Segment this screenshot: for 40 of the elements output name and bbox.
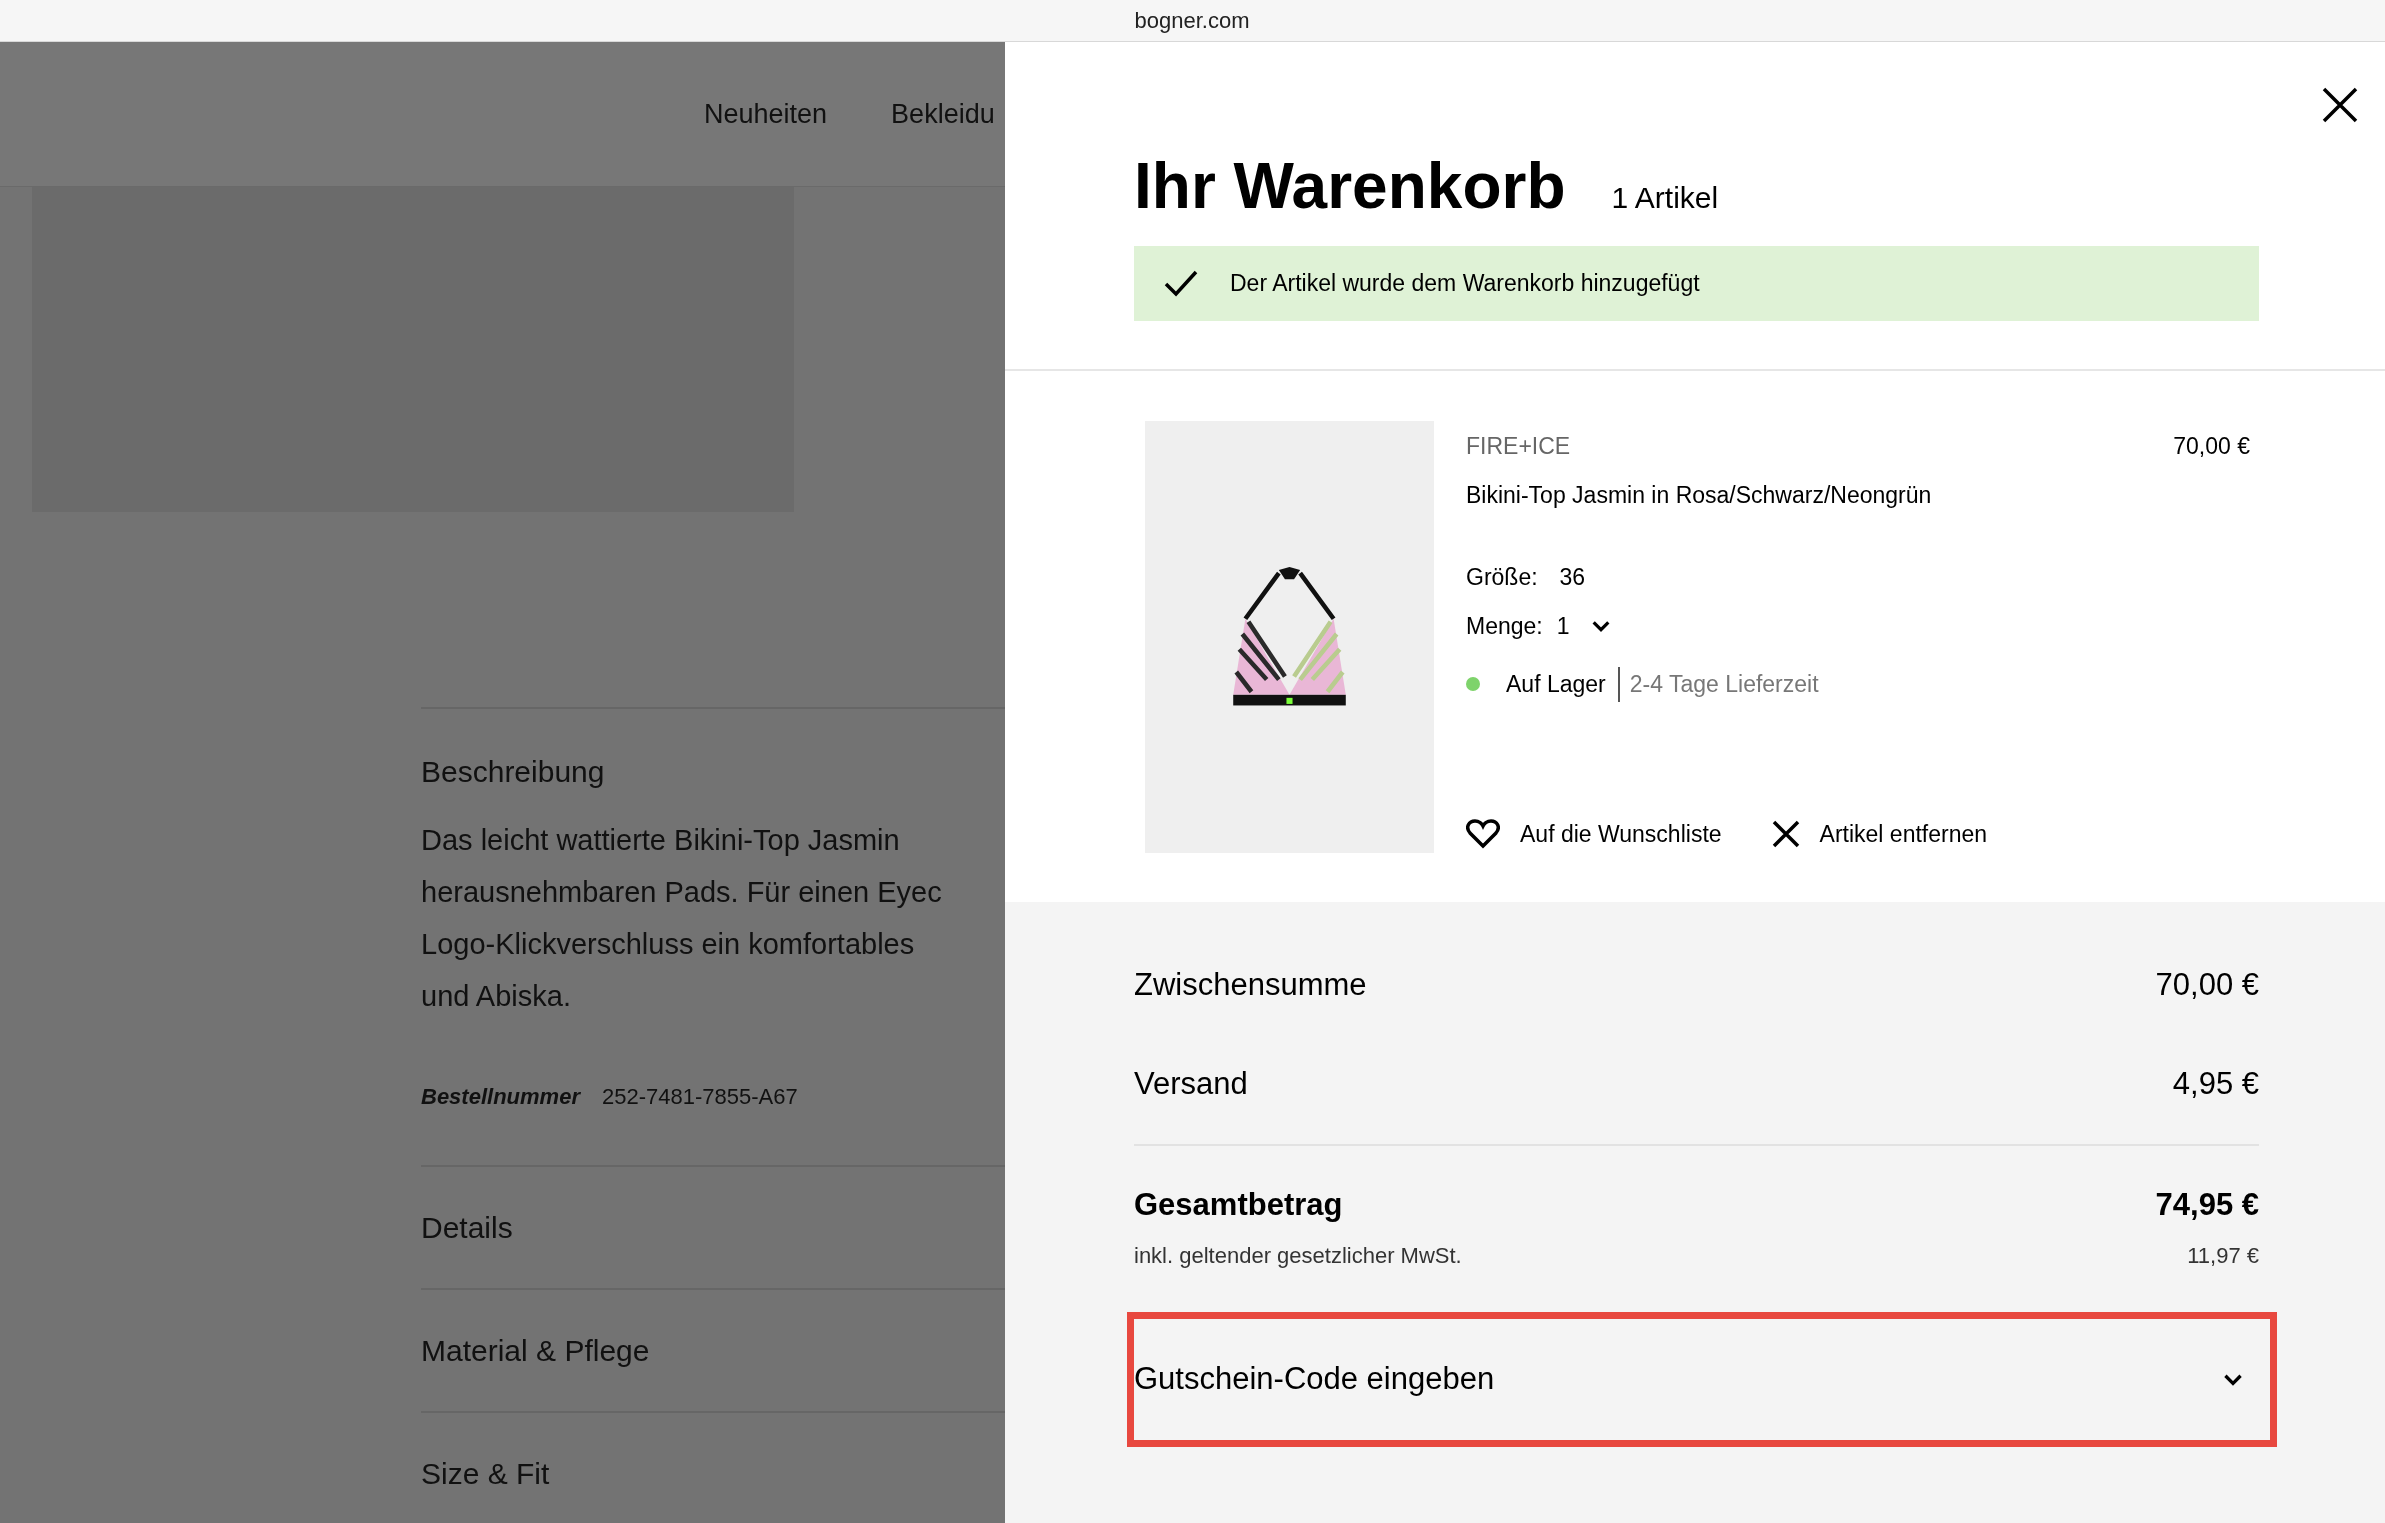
summary-label: Zwischensumme: [1134, 966, 1367, 1005]
brand-name: FIRE+ICE: [1466, 432, 1571, 461]
total-value: 74,95 €: [2155, 1186, 2259, 1224]
size-value: 36: [1559, 563, 1586, 592]
checkmark-icon: [1164, 268, 1198, 299]
stock-status: Auf Lager: [1506, 667, 1620, 702]
quantity-dropdown[interactable]: 1: [1556, 608, 1612, 643]
summary-value: 70,00 €: [2155, 966, 2259, 1005]
order-number: 252-7481-7855-A67: [601, 1083, 798, 1111]
tax-value: 11,97 €: [2187, 1241, 2259, 1270]
tax-note: inkl. geltender gesetzlicher MwSt.: [1134, 1241, 1462, 1270]
remove-item-button[interactable]: Artikel entfernen: [1771, 816, 1988, 851]
accordion-heading[interactable]: Beschreibung: [421, 709, 1005, 814]
quantity-label: Menge:: [1466, 611, 1543, 641]
summary-value: 4,95 €: [2172, 1065, 2259, 1104]
nav-link[interactable]: Bekleidu: [891, 93, 995, 135]
item-count: 1 Artikel: [1611, 180, 1719, 216]
voucher-code-toggle[interactable]: Gutschein-Code eingeben: [1127, 1311, 2277, 1447]
description-line: Das leicht wattierte Bikini-Top Jasmin: [421, 823, 901, 858]
summary-label: Versand: [1134, 1065, 1248, 1104]
product-name[interactable]: Bikini-Top Jasmin in Rosa/Schwarz/Neongrün: [1466, 477, 2250, 512]
item-price: 70,00 €: [2173, 432, 2250, 461]
address-bar-url[interactable]: bogner.com: [1134, 4, 1250, 37]
description-line: und Abiska.: [421, 979, 572, 1014]
close-icon: [1771, 819, 1800, 848]
total-label: Gesamtbetrag: [1134, 1186, 1343, 1224]
close-button[interactable]: [2321, 86, 2359, 124]
accordion-heading[interactable]: Details: [421, 1167, 1005, 1288]
heart-icon: [1466, 818, 1500, 849]
description-line: herausnehmbaren Pads. Für einen Eyec: [421, 875, 943, 910]
accordion-heading[interactable]: Size & Fit: [421, 1413, 1005, 1523]
wishlist-button[interactable]: Auf die Wunschliste: [1466, 816, 1722, 851]
delivery-time: 2-4 Tage Lieferzeit: [1629, 670, 1819, 699]
nav-link[interactable]: Neuheiten: [704, 93, 828, 135]
accordion-heading[interactable]: Material & Pflege: [421, 1290, 1005, 1411]
order-number-label: Bestellnummer: [421, 1083, 580, 1111]
cart-title: Ihr Warenkorb: [1134, 154, 1566, 218]
success-message: Der Artikel wurde dem Warenkorb hinzugefügt: [1230, 269, 1700, 299]
description-line: Logo-Klickverschluss ein komfortables: [421, 927, 916, 962]
size-label: Größe:: [1466, 563, 1538, 592]
